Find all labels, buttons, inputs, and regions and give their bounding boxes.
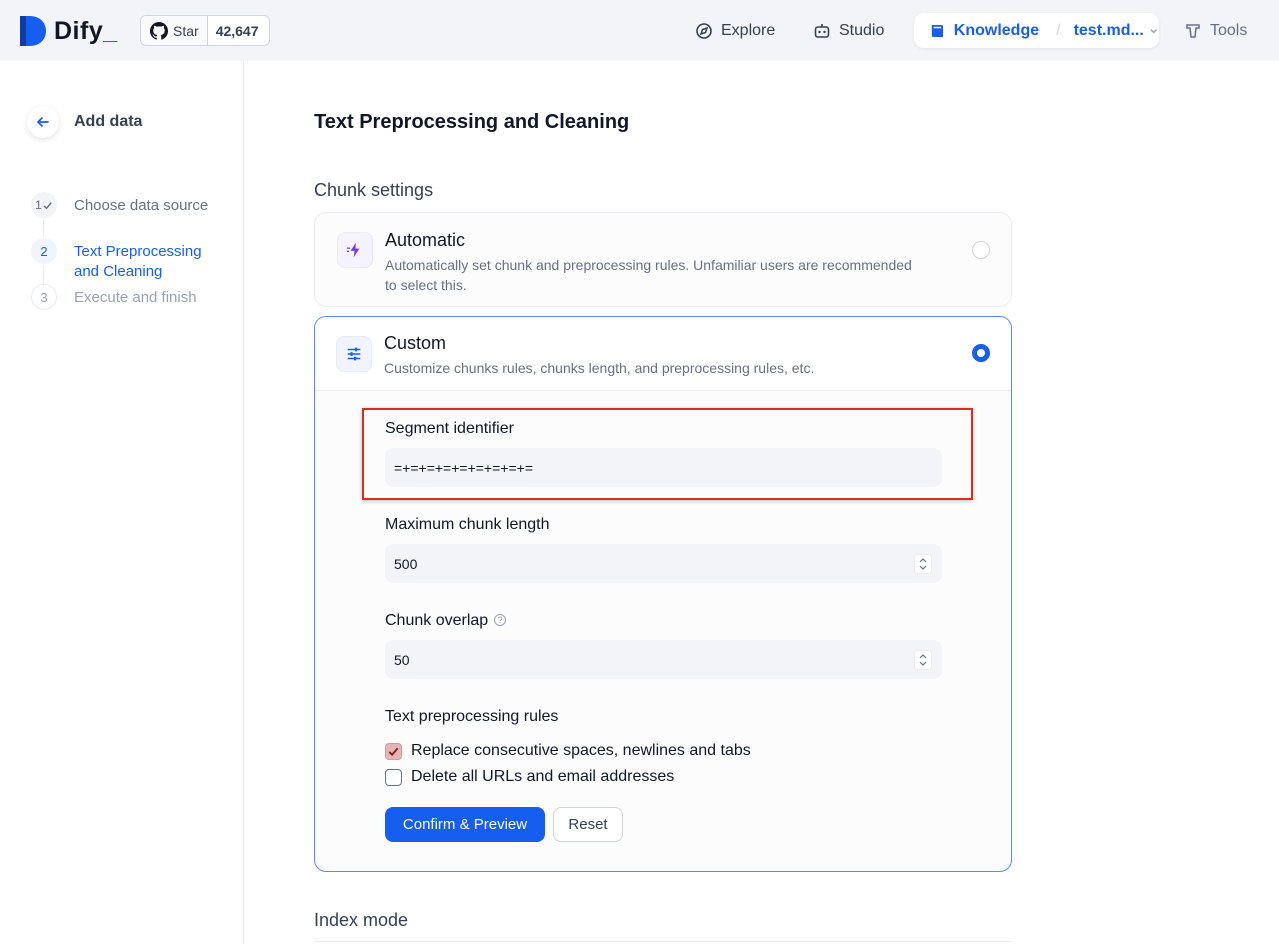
compass-icon [696, 22, 712, 39]
nav-tools-label: Tools [1210, 21, 1248, 39]
rule-label: Delete all URLs and email addresses [411, 768, 675, 785]
automatic-radio[interactable] [972, 241, 990, 259]
rule-delete-urls[interactable]: Delete all URLs and email addresses [385, 768, 674, 786]
step-label: Execute and finish [74, 289, 197, 306]
custom-radio-selected[interactable] [972, 344, 990, 362]
check-icon [388, 747, 399, 756]
step-number: 1 [31, 192, 57, 218]
book-icon [931, 24, 943, 37]
chunk-settings-heading: Chunk settings [314, 180, 434, 200]
segment-identifier-label: Segment identifier [385, 420, 514, 437]
page-title: Text Preprocessing and Cleaning [314, 111, 630, 133]
custom-description: Customize chunks rules, chunks length, a… [384, 360, 815, 376]
breadcrumb-separator: / [1056, 21, 1061, 39]
nav-explore[interactable]: Explore [695, 13, 775, 48]
github-star-label-box[interactable]: Star [141, 16, 208, 45]
github-star-text: Star [173, 22, 199, 39]
step-label: Choose data source [74, 197, 209, 214]
index-mode-heading: Index mode [314, 910, 409, 930]
tools-icon [1186, 23, 1200, 38]
dify-logo-icon [20, 16, 46, 46]
dify-logo[interactable]: Dify_ [18, 15, 118, 47]
step-execute-and-finish[interactable]: 3 Execute and finish [31, 284, 197, 310]
step-number: 2 [31, 238, 57, 264]
max-chunk-length-value: 500 [394, 555, 418, 572]
steps-sidebar: Add data 1 Choose data source 2 Text Pre… [0, 61, 244, 944]
robot-icon [814, 23, 830, 38]
rule-label: Replace consecutive spaces, newlines and… [411, 742, 751, 759]
logo-text: Dify_ [54, 16, 118, 45]
nav-studio-label: Studio [839, 21, 885, 39]
up-down-arrows-icon [919, 558, 927, 570]
max-chunk-length-input[interactable]: 500 [385, 544, 942, 583]
reset-button[interactable]: Reset [553, 807, 623, 842]
custom-title: Custom [384, 333, 447, 353]
automatic-description: Automatically set chunk and preprocessin… [385, 257, 912, 293]
github-icon [150, 21, 168, 40]
step-connector [43, 219, 44, 238]
dataset-selector[interactable]: test.md... [1074, 22, 1144, 40]
automatic-mode-card[interactable]: Automatic Automatically set chunk and pr… [314, 212, 1012, 307]
segment-identifier-input[interactable]: =+=+=+=+=+=+=+=+= [385, 448, 942, 487]
up-down-arrows-icon [919, 654, 927, 666]
check-icon [43, 201, 52, 209]
custom-mode-card[interactable]: Custom Customize chunks rules, chunks le… [314, 316, 1012, 872]
nav-knowledge-label: Knowledge [953, 21, 1040, 39]
step-choose-data-source[interactable]: 1 Choose data source [31, 192, 208, 218]
rule-replace-spaces[interactable]: Replace consecutive spaces, newlines and… [385, 742, 751, 760]
nav-studio[interactable]: Studio [813, 13, 884, 48]
chunk-overlap-input[interactable]: 50 [385, 640, 942, 679]
checkbox-checked[interactable] [385, 742, 402, 760]
number-stepper[interactable] [914, 650, 932, 670]
nav-knowledge[interactable]: Knowledge / test.md... [914, 13, 1159, 48]
checkbox-unchecked[interactable] [385, 768, 402, 786]
confirm-preview-button[interactable]: Confirm & Preview [385, 807, 545, 842]
chunk-overlap-label: Chunk overlap? [385, 612, 507, 630]
max-chunk-length-label: Maximum chunk length [385, 516, 550, 533]
github-star-count: 42,647 [215, 22, 259, 39]
automatic-title: Automatic [385, 230, 466, 250]
step-label: Text Preprocessing and Cleaning [74, 243, 202, 280]
top-navigation-bar: Dify_ Star 42,647 Explore Studio Knowled… [0, 0, 1279, 61]
nav-tools[interactable]: Tools [1184, 13, 1247, 48]
number-stepper[interactable] [914, 554, 932, 574]
chevron-down-icon[interactable] [1148, 25, 1159, 37]
step-text-preprocessing[interactable]: 2 Text Preprocessing and Cleaning [31, 238, 202, 280]
text-preprocessing-rules-label: Text preprocessing rules [385, 708, 559, 725]
sliders-icon [336, 336, 372, 372]
sidebar-title: Add data [74, 113, 143, 130]
lightning-icon [337, 232, 373, 268]
chunk-overlap-value: 50 [394, 651, 410, 668]
step-connector [43, 265, 44, 284]
help-icon[interactable]: ? [494, 614, 507, 626]
nav-explore-label: Explore [721, 21, 776, 39]
github-star-button[interactable]: Star 42,647 [140, 15, 270, 46]
step-number: 3 [31, 284, 57, 310]
arrow-left-icon [37, 117, 49, 127]
back-button[interactable] [27, 106, 59, 138]
custom-card-header[interactable]: Custom Customize chunks rules, chunks le… [315, 317, 1011, 391]
